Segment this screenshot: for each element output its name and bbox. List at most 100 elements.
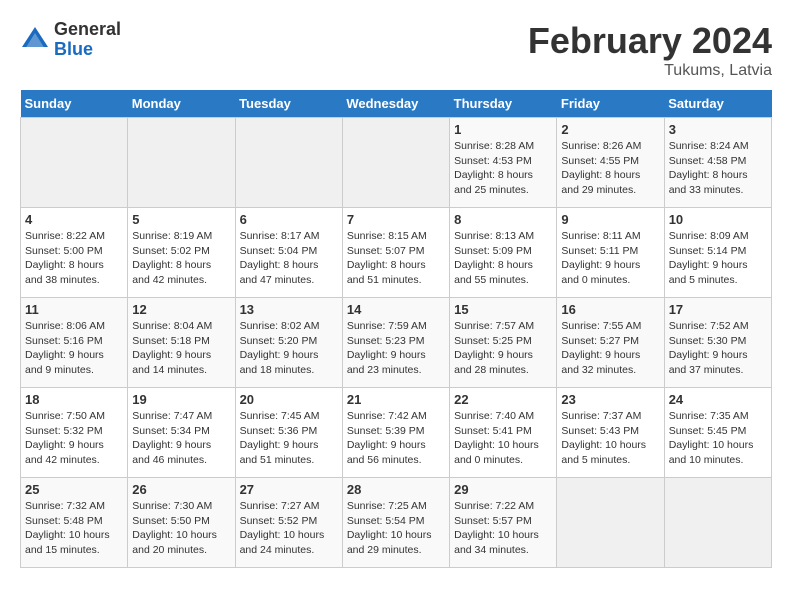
logo-blue-label: Blue — [54, 40, 121, 60]
calendar-cell: 15Sunrise: 7:57 AMSunset: 5:25 PMDayligh… — [450, 298, 557, 388]
calendar-cell: 19 Sunrise: 7:47 AMSunset: 5:34 PMDayligh… — [128, 388, 235, 478]
calendar-cell: 9 Sunrise: 8:11 AMSunset: 5:11 PMDaylight… — [557, 208, 664, 298]
day-number: 4 — [25, 212, 123, 227]
day-info: Sunrise: 7:27 AMSunset: 5:52 PMDaylight:… — [240, 499, 338, 558]
day-number: 12 — [132, 302, 230, 317]
day-number: 6 — [240, 212, 338, 227]
day-info: Sunrise: 7:50 AMSunset: 5:32 PMDaylight:… — [25, 409, 123, 468]
day-info: Sunrise: 8:26 AMSunset: 4:55 PMDaylight:… — [561, 139, 659, 198]
day-number: 8 — [454, 212, 552, 227]
day-number: 7 — [347, 212, 445, 227]
calendar-cell — [235, 118, 342, 208]
day-number: 3 — [669, 122, 767, 137]
day-number: 17 — [669, 302, 767, 317]
day-number: 24 — [669, 392, 767, 407]
day-info: Sunrise: 8:15 AMSunset: 5:07 PMDaylight:… — [347, 229, 445, 288]
calendar-cell: 1Sunrise: 8:28 AMSunset: 4:53 PMDaylight… — [450, 118, 557, 208]
week-row-4: 18Sunrise: 7:50 AMSunset: 5:32 PMDayligh… — [21, 388, 772, 478]
calendar-cell: 26Sunrise: 7:30 AMSunset: 5:50 PMDayligh… — [128, 478, 235, 568]
day-info: Sunrise: 7:47 AMSunset: 5:34 PMDaylight:… — [132, 409, 230, 468]
day-info: Sunrise: 8:24 AMSunset: 4:58 PMDaylight:… — [669, 139, 767, 198]
calendar-cell: 24 Sunrise: 7:35 AMSunset: 5:45 PMDayligh… — [664, 388, 771, 478]
day-info: Sunrise: 7:55 AMSunset: 5:27 PMDaylight:… — [561, 319, 659, 378]
day-info: Sunrise: 8:22 AMSunset: 5:00 PMDaylight:… — [25, 229, 123, 288]
day-info: Sunrise: 7:35 AMSunset: 5:45 PMDaylight:… — [669, 409, 767, 468]
day-number: 19 — [132, 392, 230, 407]
calendar-cell: 11 Sunrise: 8:06 AMSunset: 5:16 PMDayligh… — [21, 298, 128, 388]
calendar-cell: 23 Sunrise: 7:37 AMSunset: 5:43 PMDayligh… — [557, 388, 664, 478]
day-number: 22 — [454, 392, 552, 407]
day-number: 27 — [240, 482, 338, 497]
logo-icon — [20, 25, 50, 55]
day-info: Sunrise: 8:09 AMSunset: 5:14 PMDaylight:… — [669, 229, 767, 288]
weekday-header-saturday: Saturday — [664, 90, 771, 118]
calendar-cell: 14Sunrise: 7:59 AMSunset: 5:23 PMDayligh… — [342, 298, 449, 388]
day-number: 15 — [454, 302, 552, 317]
day-info: Sunrise: 7:42 AMSunset: 5:39 PMDaylight:… — [347, 409, 445, 468]
calendar-cell: 5Sunrise: 8:19 AMSunset: 5:02 PMDaylight… — [128, 208, 235, 298]
day-number: 28 — [347, 482, 445, 497]
calendar-cell — [557, 478, 664, 568]
day-number: 2 — [561, 122, 659, 137]
calendar-header-row: SundayMondayTuesdayWednesdayThursdayFrid… — [21, 90, 772, 118]
month-title: February 2024 — [528, 20, 772, 62]
calendar-cell — [21, 118, 128, 208]
calendar-cell: 29 Sunrise: 7:22 AMSunset: 5:57 PMDayligh… — [450, 478, 557, 568]
day-number: 23 — [561, 392, 659, 407]
week-row-1: 1Sunrise: 8:28 AMSunset: 4:53 PMDaylight… — [21, 118, 772, 208]
week-row-5: 25 Sunrise: 7:32 AMSunset: 5:48 PMDayligh… — [21, 478, 772, 568]
calendar-cell: 25 Sunrise: 7:32 AMSunset: 5:48 PMDayligh… — [21, 478, 128, 568]
weekday-header-wednesday: Wednesday — [342, 90, 449, 118]
calendar-cell: 13Sunrise: 8:02 AMSunset: 5:20 PMDayligh… — [235, 298, 342, 388]
weekday-header-sunday: Sunday — [21, 90, 128, 118]
day-number: 10 — [669, 212, 767, 227]
calendar-cell: 4 Sunrise: 8:22 AMSunset: 5:00 PMDaylight… — [21, 208, 128, 298]
calendar-cell: 21 Sunrise: 7:42 AMSunset: 5:39 PMDayligh… — [342, 388, 449, 478]
calendar-cell — [664, 478, 771, 568]
day-info: Sunrise: 8:06 AMSunset: 5:16 PMDaylight:… — [25, 319, 123, 378]
weekday-header-monday: Monday — [128, 90, 235, 118]
logo-text: General Blue — [54, 20, 121, 60]
calendar-cell: 10 Sunrise: 8:09 AMSunset: 5:14 PMDayligh… — [664, 208, 771, 298]
weekday-header-friday: Friday — [557, 90, 664, 118]
day-info: Sunrise: 7:45 AMSunset: 5:36 PMDaylight:… — [240, 409, 338, 468]
calendar-cell: 18Sunrise: 7:50 AMSunset: 5:32 PMDayligh… — [21, 388, 128, 478]
day-info: Sunrise: 7:40 AMSunset: 5:41 PMDaylight:… — [454, 409, 552, 468]
weekday-header-thursday: Thursday — [450, 90, 557, 118]
logo-general-label: General — [54, 20, 121, 40]
calendar-cell: 2 Sunrise: 8:26 AMSunset: 4:55 PMDaylight… — [557, 118, 664, 208]
calendar-cell: 16 Sunrise: 7:55 AMSunset: 5:27 PMDayligh… — [557, 298, 664, 388]
calendar-cell: 8Sunrise: 8:13 AMSunset: 5:09 PMDaylight… — [450, 208, 557, 298]
day-info: Sunrise: 7:32 AMSunset: 5:48 PMDaylight:… — [25, 499, 123, 558]
calendar-cell: 27 Sunrise: 7:27 AMSunset: 5:52 PMDayligh… — [235, 478, 342, 568]
day-number: 20 — [240, 392, 338, 407]
day-info: Sunrise: 8:04 AMSunset: 5:18 PMDaylight:… — [132, 319, 230, 378]
calendar-cell: 6Sunrise: 8:17 AMSunset: 5:04 PMDaylight… — [235, 208, 342, 298]
calendar-cell: 22 Sunrise: 7:40 AMSunset: 5:41 PMDayligh… — [450, 388, 557, 478]
day-number: 25 — [25, 482, 123, 497]
day-number: 9 — [561, 212, 659, 227]
day-info: Sunrise: 8:02 AMSunset: 5:20 PMDaylight:… — [240, 319, 338, 378]
calendar-cell: 12 Sunrise: 8:04 AMSunset: 5:18 PMDayligh… — [128, 298, 235, 388]
day-number: 29 — [454, 482, 552, 497]
weekday-header-tuesday: Tuesday — [235, 90, 342, 118]
day-number: 21 — [347, 392, 445, 407]
day-info: Sunrise: 7:37 AMSunset: 5:43 PMDaylight:… — [561, 409, 659, 468]
day-info: Sunrise: 7:22 AMSunset: 5:57 PMDaylight:… — [454, 499, 552, 558]
location-label: Tukums, Latvia — [528, 62, 772, 80]
week-row-2: 4 Sunrise: 8:22 AMSunset: 5:00 PMDaylight… — [21, 208, 772, 298]
day-info: Sunrise: 7:59 AMSunset: 5:23 PMDaylight:… — [347, 319, 445, 378]
day-number: 26 — [132, 482, 230, 497]
page-header: General Blue February 2024 Tukums, Latvi… — [20, 20, 772, 80]
calendar-cell — [342, 118, 449, 208]
calendar-cell: 7 Sunrise: 8:15 AMSunset: 5:07 PMDaylight… — [342, 208, 449, 298]
day-info: Sunrise: 7:25 AMSunset: 5:54 PMDaylight:… — [347, 499, 445, 558]
day-number: 5 — [132, 212, 230, 227]
logo: General Blue — [20, 20, 121, 60]
day-info: Sunrise: 8:28 AMSunset: 4:53 PMDaylight:… — [454, 139, 552, 198]
day-info: Sunrise: 8:11 AMSunset: 5:11 PMDaylight:… — [561, 229, 659, 288]
title-area: February 2024 Tukums, Latvia — [528, 20, 772, 80]
day-number: 16 — [561, 302, 659, 317]
day-number: 11 — [25, 302, 123, 317]
day-info: Sunrise: 7:52 AMSunset: 5:30 PMDaylight:… — [669, 319, 767, 378]
